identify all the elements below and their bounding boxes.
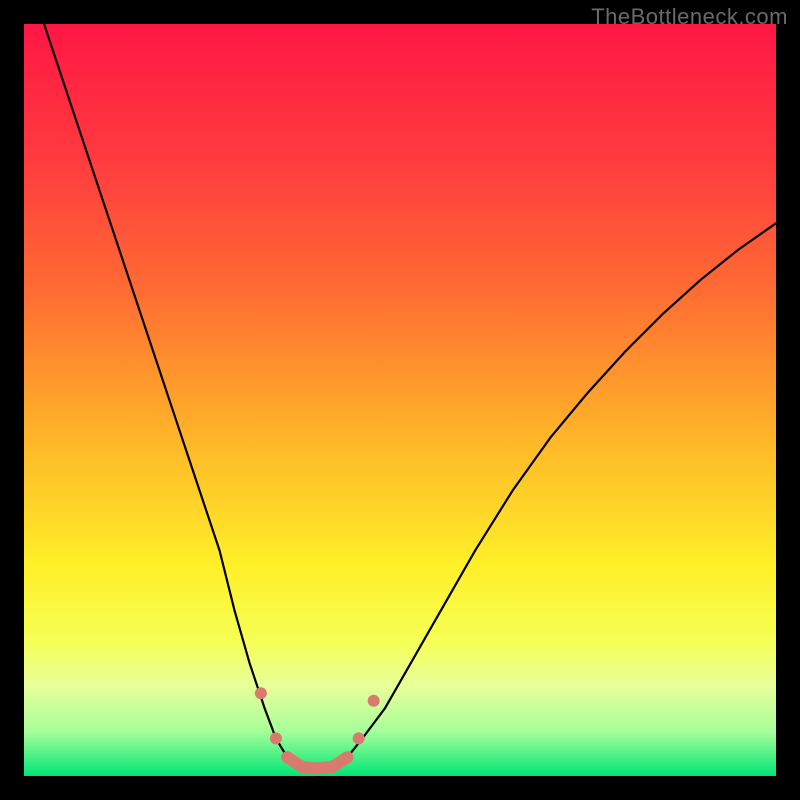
gradient-background: [24, 24, 776, 776]
watermark-text: TheBottleneck.com: [591, 4, 788, 30]
plot-svg: [24, 24, 776, 776]
plot-area: [24, 24, 776, 776]
chart-container: TheBottleneck.com: [0, 0, 800, 800]
